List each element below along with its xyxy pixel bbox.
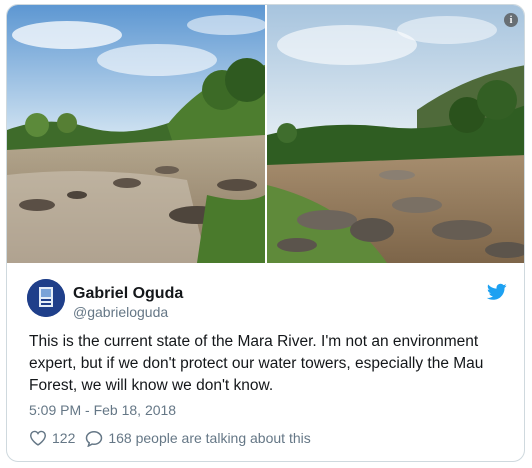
tweet-header: Gabriel Oguda @gabrieloguda: [27, 277, 507, 323]
avatar[interactable]: [27, 279, 65, 317]
river-photo-left[interactable]: [7, 5, 265, 263]
author-handle[interactable]: @gabrieloguda: [73, 304, 168, 320]
heart-icon: [29, 430, 47, 446]
info-icon[interactable]: i: [504, 13, 518, 27]
tweet-timestamp[interactable]: 5:09 PM - Feb 18, 2018: [29, 402, 176, 418]
reply-bubble-icon: [86, 430, 103, 447]
river-photo-right[interactable]: i: [267, 5, 524, 263]
like-button[interactable]: 122: [29, 430, 75, 446]
tweet-media[interactable]: i: [7, 5, 524, 263]
replies-label: 168 people are talking about this: [108, 430, 311, 446]
tweet-card[interactable]: i Gabriel Oguda @gabrieloguda This is th…: [6, 4, 525, 462]
twitter-bird-icon[interactable]: [487, 283, 507, 301]
reply-button[interactable]: 168 people are talking about this: [85, 430, 311, 447]
like-count: 122: [52, 430, 76, 446]
tweet-actions: 122 168 people are talking about this: [29, 428, 311, 448]
tweet-text: This is the current state of the Mara Ri…: [29, 333, 484, 394]
author-name[interactable]: Gabriel Oguda: [73, 285, 183, 303]
